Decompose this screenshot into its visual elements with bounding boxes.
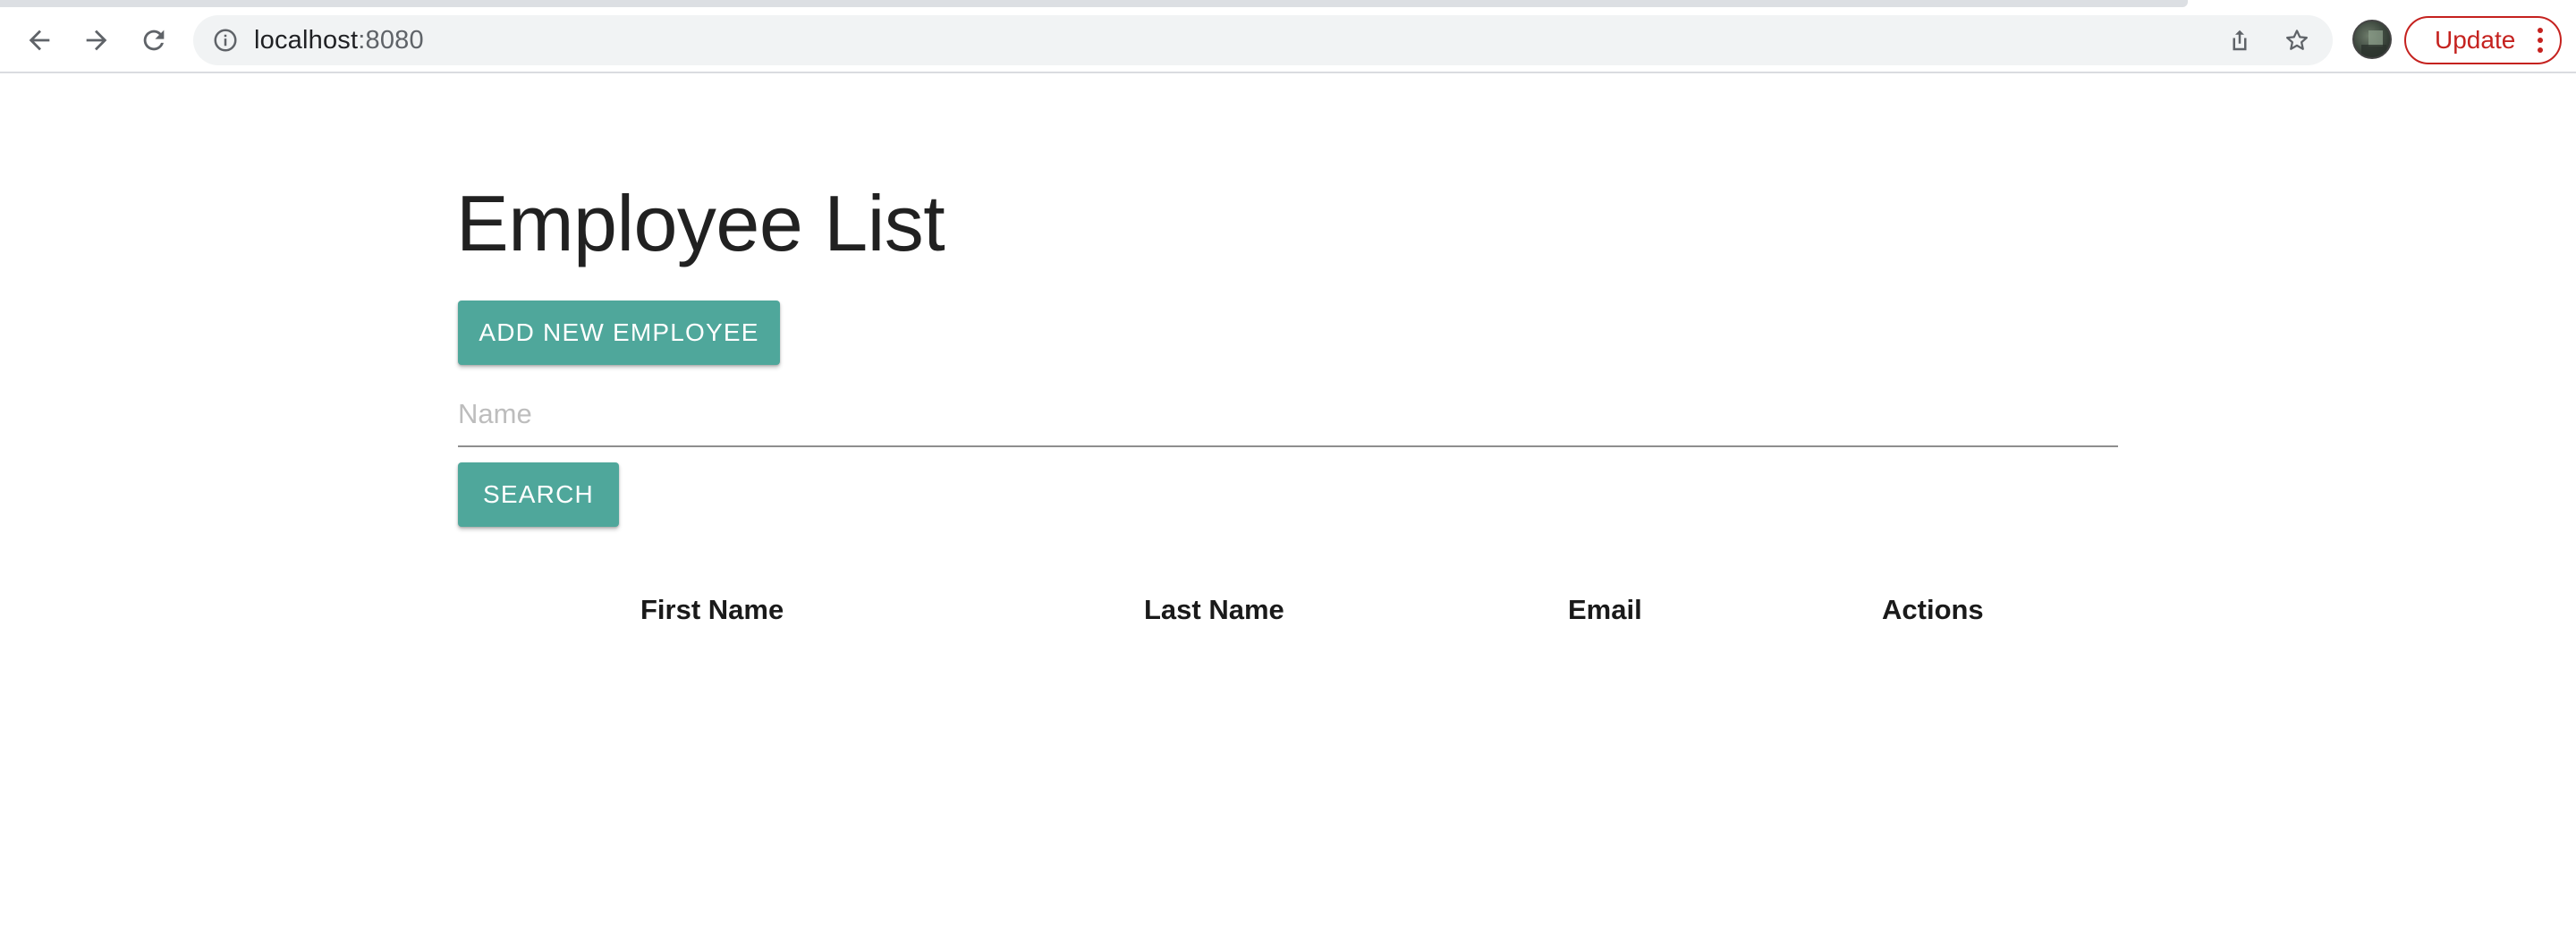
back-arrow-icon [29, 30, 50, 51]
url-port: :8080 [358, 26, 424, 55]
search-button[interactable]: SEARCH [458, 462, 619, 527]
employee-table-header: First Name Last Name Email Actions [458, 581, 2118, 639]
name-search-input[interactable] [458, 385, 2118, 444]
column-header-email: Email [1568, 594, 1642, 625]
column-header-last-name: Last Name [1144, 594, 1284, 625]
column-header-actions: Actions [1882, 594, 1984, 625]
add-employee-button[interactable]: ADD NEW EMPLOYEE [458, 301, 780, 365]
browser-toolbar: localhost:8080 Update [0, 7, 2576, 73]
star-icon[interactable] [2281, 24, 2313, 56]
address-bar[interactable]: localhost:8080 [193, 15, 2333, 65]
back-button[interactable] [18, 19, 61, 62]
profile-avatar[interactable] [2352, 20, 2392, 59]
forward-button[interactable] [75, 19, 118, 62]
kebab-menu-icon[interactable] [2531, 27, 2549, 54]
reload-icon [143, 30, 165, 51]
column-header-first-name: First Name [640, 594, 784, 625]
name-search-field [458, 385, 2118, 447]
tab-strip-edge [0, 0, 2188, 7]
update-label: Update [2435, 26, 2516, 54]
forward-arrow-icon [86, 30, 107, 51]
url-text: localhost:8080 [254, 15, 424, 65]
info-icon[interactable] [209, 24, 242, 56]
url-host: localhost [254, 26, 359, 55]
browser-window: localhost:8080 Update Employee List ADD … [0, 0, 2576, 932]
share-icon[interactable] [2224, 24, 2256, 56]
reload-button[interactable] [132, 19, 175, 62]
page-title: Employee List [456, 179, 945, 267]
update-button[interactable]: Update [2404, 16, 2562, 64]
avatar-image [2361, 30, 2386, 57]
